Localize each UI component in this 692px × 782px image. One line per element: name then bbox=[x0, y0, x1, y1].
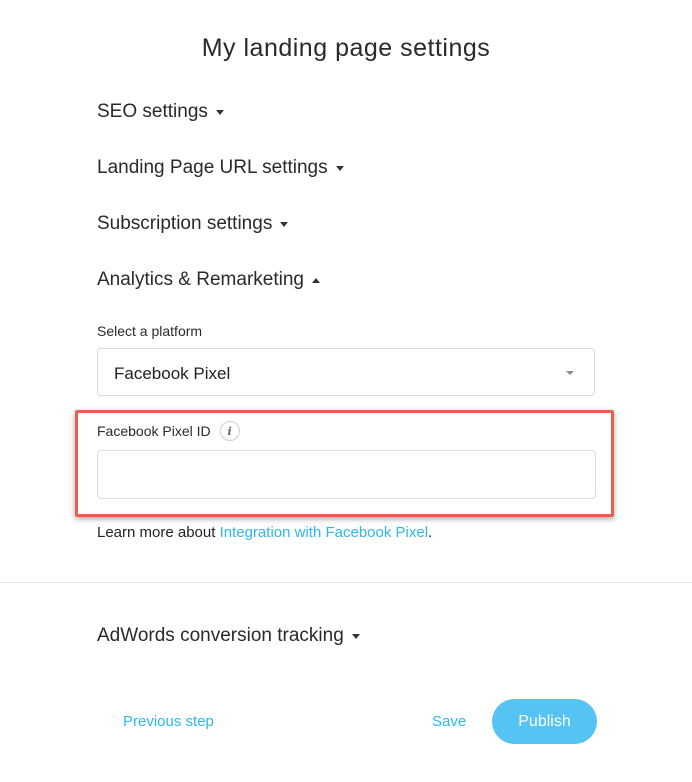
subscription-settings-label: Subscription settings bbox=[97, 213, 273, 234]
page-title: My landing page settings bbox=[201, 34, 491, 62]
platform-select-label: Select a platform bbox=[97, 323, 203, 339]
pixel-id-label: Facebook Pixel ID bbox=[97, 423, 211, 439]
publish-button[interactable]: Publish bbox=[492, 699, 597, 744]
platform-select-value: Facebook Pixel bbox=[114, 364, 231, 383]
save-link[interactable]: Save bbox=[432, 713, 466, 730]
caret-up-icon bbox=[311, 277, 320, 283]
caret-down-icon bbox=[335, 165, 344, 171]
seo-settings-label: SEO settings bbox=[97, 101, 208, 122]
previous-step-link[interactable]: Previous step bbox=[123, 713, 214, 730]
divider bbox=[0, 582, 692, 583]
facebook-pixel-integration-link[interactable]: Integration with Facebook Pixel bbox=[220, 524, 428, 541]
chevron-down-icon bbox=[566, 371, 574, 375]
platform-select[interactable]: Facebook Pixel bbox=[97, 348, 595, 396]
analytics-remarketing-toggle[interactable]: Analytics & Remarketing bbox=[97, 269, 320, 291]
learn-more-text: Learn more about Integration with Facebo… bbox=[97, 524, 432, 541]
info-icon[interactable]: i bbox=[219, 421, 240, 441]
seo-settings-toggle[interactable]: SEO settings bbox=[97, 101, 224, 123]
caret-down-icon bbox=[280, 221, 289, 227]
learn-more-prefix: Learn more about bbox=[97, 524, 220, 541]
landing-url-settings-toggle[interactable]: Landing Page URL settings bbox=[97, 157, 344, 179]
adwords-tracking-toggle[interactable]: AdWords conversion tracking bbox=[97, 625, 360, 647]
pixel-id-label-row: Facebook Pixel ID i bbox=[97, 421, 240, 441]
subscription-settings-toggle[interactable]: Subscription settings bbox=[97, 213, 289, 235]
learn-more-suffix: . bbox=[428, 524, 433, 541]
analytics-remarketing-label: Analytics & Remarketing bbox=[97, 269, 304, 290]
pixel-id-input[interactable] bbox=[97, 450, 596, 499]
caret-down-icon bbox=[215, 109, 224, 115]
landing-url-settings-label: Landing Page URL settings bbox=[97, 157, 328, 178]
adwords-tracking-label: AdWords conversion tracking bbox=[97, 625, 344, 646]
caret-down-icon bbox=[351, 633, 360, 639]
